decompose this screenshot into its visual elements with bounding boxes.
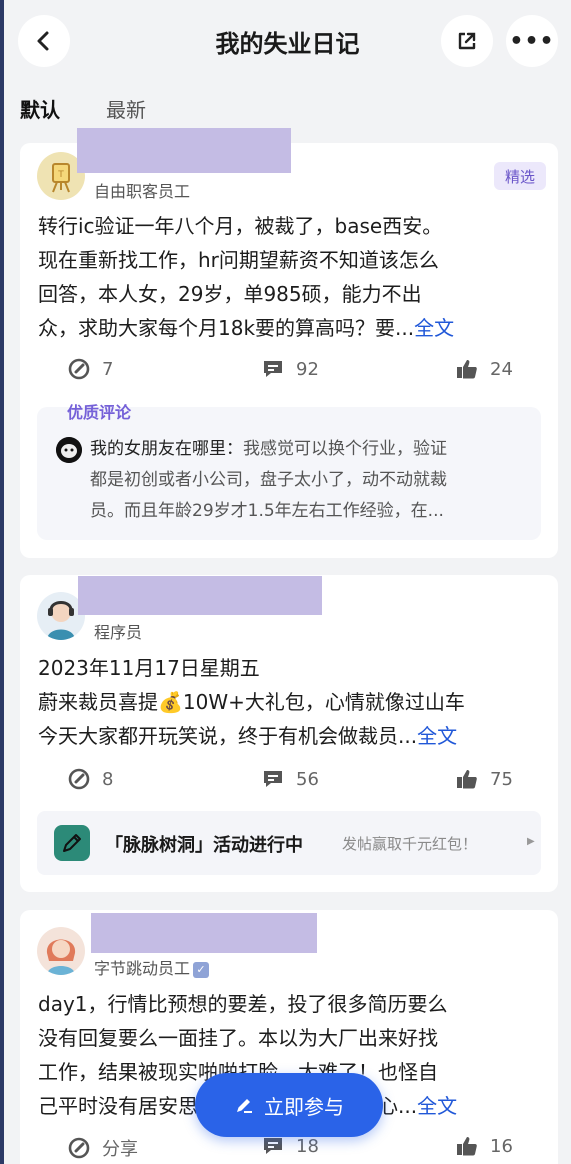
comment-icon (264, 771, 282, 787)
post-line: day1，行情比预想的要差，投了很多简历要么 (38, 992, 448, 1016)
like-count: 16 (490, 1135, 513, 1157)
event-title: 「脉脉树洞」活动进行中 (105, 835, 303, 856)
redacted-username (77, 128, 291, 173)
edit-count: 7 (102, 358, 114, 380)
like-stat[interactable]: 16 (456, 1135, 513, 1157)
join-now-label: 立即参与 (264, 1094, 344, 1119)
pencil-glyph (63, 834, 81, 852)
post-card[interactable]: 程序员 2023年11月17日星期五 蔚来裁员喜提💰10W+大礼包，心情就像过山… (20, 575, 558, 892)
share-label: 分享 (102, 1139, 138, 1160)
thumbs-up-icon (457, 360, 477, 379)
user-role: 程序员 (94, 623, 143, 642)
pencil-icon (54, 825, 90, 861)
edit-stat[interactable]: 8 (68, 768, 113, 790)
redacted-username (91, 913, 317, 953)
featured-badge: 精选 (494, 162, 546, 190)
post-line: 今天大家都开玩笑说，终于有机会做裁员...全文 (38, 719, 548, 753)
read-more-link[interactable]: 全文 (417, 1094, 457, 1118)
edit-icon (68, 768, 90, 790)
post-line: 2023年11月17日星期五 (38, 656, 260, 680)
svg-text:T: T (57, 170, 64, 180)
more-options-button[interactable]: ••• (506, 15, 558, 67)
comment-count: 56 (296, 768, 319, 790)
like-stat[interactable]: 75 (456, 768, 513, 790)
post-line: 蔚来裁员喜提💰10W+大礼包，心情就像过山车 (38, 690, 465, 714)
comment-count: 18 (296, 1135, 319, 1157)
comment-line: 都是初创或者小公司，盘子太小了，动不动就裁 (90, 470, 447, 490)
user-role: 字节跳动员工 ✓ (94, 955, 210, 979)
comment-icon (264, 1138, 282, 1154)
user-avatar[interactable] (37, 927, 85, 975)
post-content[interactable]: 转行ic验证一年八个月，被裁了，base西安。 现在重新找工作，hr问期望薪资不… (38, 209, 548, 345)
like-stat[interactable]: 24 (456, 358, 513, 380)
tab-latest[interactable]: 最新 (106, 94, 146, 123)
post-line: 没有回复要么一面挂了。本以为大厂出来好找 (38, 1026, 438, 1050)
tab-default[interactable]: 默认 (20, 94, 60, 123)
like-count: 24 (490, 358, 513, 380)
post-line: 转行ic验证一年八个月，被裁了，base西安。 (38, 214, 443, 238)
top-comment-title: 优质评论 (67, 403, 132, 422)
read-more-link[interactable]: 全文 (414, 316, 454, 340)
post-line-text: 众，求助大家每个月18k要的算高吗？要... (38, 316, 415, 340)
edit-icon (68, 1137, 90, 1159)
post-line: 众，求助大家每个月18k要的算高吗？要...全文 (38, 311, 548, 345)
pencil-icon (237, 1099, 252, 1113)
comment-stat[interactable]: 92 (262, 358, 319, 380)
arrow-right-icon: ▶ (527, 836, 535, 847)
top-comment[interactable]: 优质评论 我的女朋友在哪里：我感觉可以换个行业，验证 都是初创或者小公司，盘子太… (37, 403, 541, 540)
thumbs-up-icon (457, 1137, 477, 1156)
event-subtitle: 发帖赢取千元红包！ (342, 835, 478, 853)
post-line: 回答，本人女，29岁，单985硕，能力不出 (38, 282, 422, 306)
verified-icon: ✓ (193, 961, 210, 978)
comment-count: 92 (296, 358, 319, 380)
edit-stat[interactable]: 7 (68, 358, 113, 380)
event-banner[interactable]: 「脉脉树洞」活动进行中 发帖赢取千元红包！ ▶ (37, 811, 541, 875)
comment-stat[interactable]: 56 (262, 768, 319, 790)
cat-avatar-icon (56, 437, 82, 463)
edit-count: 8 (102, 768, 114, 790)
post-card[interactable]: T 自由职客员工 精选 转行ic验证一年八个月，被裁了，base西安。 现在重新… (20, 128, 558, 558)
post-content[interactable]: 2023年11月17日星期五 蔚来裁员喜提💰10W+大礼包，心情就像过山车 今天… (38, 651, 548, 753)
more-icon: ••• (509, 28, 555, 54)
redacted-username (78, 576, 322, 615)
thumbs-up-icon (457, 770, 477, 789)
woman-avatar-icon (46, 939, 76, 975)
user-role: 自由职客员工 (94, 182, 191, 201)
top-comment-text: 我的女朋友在哪里：我感觉可以换个行业，验证 都是初创或者小公司，盘子太小了，动不… (90, 434, 530, 527)
top-bar: 我的失业日记 ••• (4, 0, 571, 82)
role-text: 字节跳动员工 (94, 959, 191, 978)
edit-icon (68, 358, 90, 380)
comment-icon (264, 361, 282, 377)
window-edge (0, 0, 4, 1164)
comment-stat[interactable]: 18 (262, 1135, 319, 1157)
commenter-avatar[interactable] (56, 437, 82, 463)
join-now-button[interactable]: 立即参与 (195, 1073, 383, 1137)
commenter-name[interactable]: 我的女朋友在哪里： (90, 439, 243, 459)
comment-line: 我感觉可以换个行业，验证 (243, 439, 447, 459)
share-stat[interactable]: 分享 (68, 1135, 138, 1161)
post-line-text: 今天大家都开玩笑说，终于有机会做裁员... (38, 724, 418, 748)
like-count: 75 (490, 768, 513, 790)
read-more-link[interactable]: 全文 (417, 724, 457, 748)
share-button[interactable] (441, 15, 493, 67)
post-line: 现在重新找工作，hr问期望薪资不知道该怎么 (38, 248, 439, 272)
comment-line: 员。而且年龄29岁才1.5年左右工作经验，在... (90, 501, 444, 521)
external-share-icon (458, 32, 476, 50)
